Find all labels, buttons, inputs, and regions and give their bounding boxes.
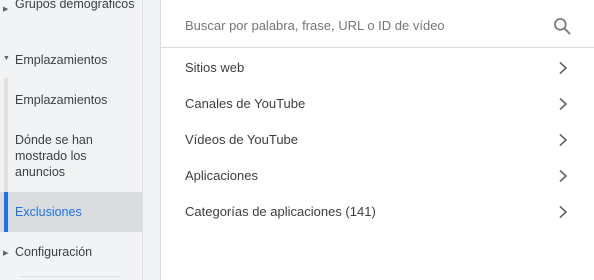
search-input[interactable] [185, 14, 525, 36]
selected-indicator [4, 192, 8, 232]
sidebar: ▶ Grupos demográficos ▼ Emplazamientos E… [0, 0, 143, 280]
category-label: Vídeos de YouTube [185, 132, 299, 147]
sidebar-item-settings[interactable]: ▶ Configuración [0, 236, 143, 266]
chevron-right-icon [559, 133, 568, 147]
category-row-youtube-channels[interactable]: Canales de YouTube [161, 86, 594, 122]
sidebar-item-label: Exclusiones [15, 205, 82, 219]
sidebar-item-placements[interactable]: ▼ Emplazamientos [0, 44, 143, 74]
category-row-youtube-videos[interactable]: Vídeos de YouTube [161, 122, 594, 158]
sidebar-subitem-exclusions[interactable]: Exclusiones [0, 192, 143, 232]
category-row-websites[interactable]: Sitios web [161, 50, 594, 86]
sidebar-item-label: Grupos demográficos [15, 0, 135, 11]
caret-down-icon: ▼ [3, 55, 10, 62]
sidebar-item-label: Configuración [15, 245, 93, 259]
caret-right-icon: ▶ [3, 6, 9, 13]
sidebar-item-label: Emplazamientos [15, 93, 108, 107]
chevron-right-icon [559, 205, 568, 219]
category-label: Aplicaciones [185, 168, 258, 183]
search-bar [161, 0, 594, 48]
sidebar-item-demographics[interactable]: ▶ Grupos demográficos [0, 0, 143, 32]
search-icon[interactable] [552, 16, 572, 36]
sidebar-item-label: Emplazamientos [15, 53, 108, 67]
sidebar-item-label: Dónde se han mostrado los anuncios [15, 133, 93, 179]
caret-right-icon: ▶ [3, 250, 9, 257]
app: ▶ Grupos demográficos ▼ Emplazamientos E… [0, 0, 594, 280]
sidebar-subitem-where-shown[interactable]: Dónde se han mostrado los anuncios [0, 124, 143, 186]
chevron-right-icon [559, 61, 568, 75]
sidebar-divider [20, 276, 120, 277]
placement-picker-panel: Sitios web Canales de YouTube Vídeos de … [160, 0, 594, 280]
category-label: Canales de YouTube [185, 96, 306, 111]
chevron-right-icon [559, 97, 568, 111]
sidebar-subitem-placements[interactable]: Emplazamientos [0, 84, 143, 116]
category-label: Categorías de aplicaciones (141) [185, 204, 376, 219]
category-label: Sitios web [185, 60, 245, 75]
chevron-right-icon [559, 169, 568, 183]
category-row-apps[interactable]: Aplicaciones [161, 158, 594, 194]
category-row-app-categories[interactable]: Categorías de aplicaciones (141) [161, 194, 594, 230]
